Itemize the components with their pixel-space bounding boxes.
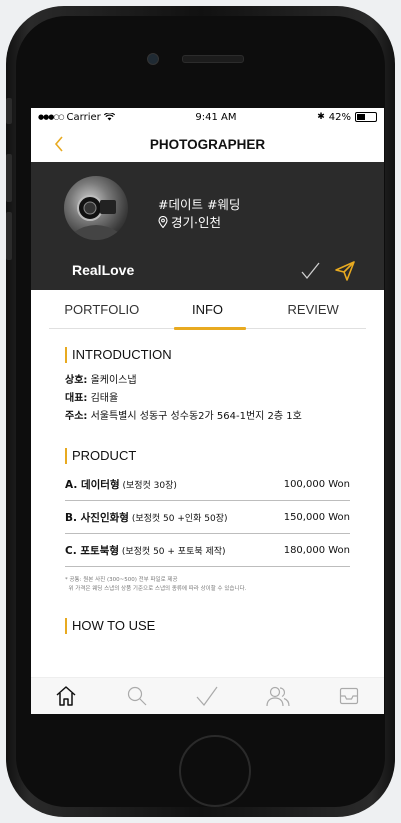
volume-down-button [6, 212, 12, 260]
business-name-line: 상호: 올케이스냅 [65, 372, 350, 390]
check-icon [301, 262, 320, 280]
bookmark-check-button[interactable] [299, 260, 321, 282]
tabbar-people[interactable] [264, 682, 292, 710]
location-text: 경기·인천 [171, 215, 221, 230]
back-button[interactable] [46, 131, 72, 157]
product-note-line: * 공통: 원본 사진 (300~500) 전부 파일로 제공 [65, 577, 178, 583]
address-value: 서울특별시 성동구 성수동2가 564-1번지 2층 1호 [87, 411, 302, 422]
product-price: 100,000 Won [283, 478, 350, 490]
inbox-icon [339, 687, 358, 705]
product-item[interactable]: C. 포토북형 (보정컷 50 + 포토북 제작) 180,000 Won [65, 534, 350, 567]
product-list: A. 데이터형 (보정컷 30장) 100,000 Won B. 사진인화형 (… [65, 468, 350, 567]
how-to-use-heading: HOW TO USE [65, 618, 350, 634]
tabbar-inbox[interactable] [335, 682, 363, 710]
address-line: 주소: 서울특별시 성동구 성수동2가 564-1번지 2층 1호 [65, 408, 350, 426]
tab-review[interactable]: REVIEW [260, 290, 366, 328]
chevron-left-icon [54, 136, 63, 152]
profile-tags: #데이트 #웨딩 [158, 197, 241, 212]
product-type: B. 사진인화형 [65, 511, 129, 524]
carrier-name: Carrier [66, 111, 101, 123]
product-price: 150,000 Won [283, 511, 350, 523]
bottom-tab-bar [31, 677, 384, 714]
address-label: 주소: [65, 411, 88, 422]
product-item[interactable]: A. 데이터형 (보정컷 30장) 100,000 Won [65, 468, 350, 501]
product-name: C. 포토북형 (보정컷 50 + 포토북 제작) [65, 543, 226, 558]
business-name-label: 상호: [65, 375, 88, 386]
product-detail: (보정컷 50 +인화 50장) [128, 513, 228, 524]
volume-up-button [6, 154, 12, 202]
camera-icon [74, 195, 118, 240]
avatar[interactable] [64, 176, 128, 240]
battery-percent: 42% [328, 111, 351, 123]
product-type: C. 포토북형 [65, 544, 119, 557]
product-item[interactable]: B. 사진인화형 (보정컷 50 +인화 50장) 150,000 Won [65, 501, 350, 534]
wifi-icon [103, 113, 115, 121]
tab-bar-top: PORTFOLIO INFO REVIEW [49, 290, 366, 330]
navigation-bar: PHOTOGRAPHER [31, 126, 384, 162]
page-title: PHOTOGRAPHER [149, 136, 266, 152]
home-button[interactable] [179, 735, 251, 807]
business-name-value: 올케이스냅 [87, 375, 137, 386]
earpiece-speaker [182, 55, 244, 63]
tabbar-search[interactable] [123, 682, 151, 710]
product-notes: * 공통: 원본 사진 (300~500) 전부 파일로 제공 위 가격은 웨딩… [65, 576, 350, 594]
location-pin-icon [158, 215, 168, 228]
status-bar: ●●●○○ Carrier 9:41 AM ✱ 42% [31, 108, 384, 126]
introduction-heading: INTRODUCTION [65, 347, 350, 363]
send-message-button[interactable] [333, 259, 357, 283]
tab-portfolio[interactable]: PORTFOLIO [49, 290, 155, 328]
tabbar-home[interactable] [52, 682, 80, 710]
paper-plane-icon [335, 261, 355, 281]
app-screen: ●●●○○ Carrier 9:41 AM ✱ 42% PHOTOGRAPHER [31, 108, 384, 714]
product-heading: PRODUCT [65, 448, 350, 464]
active-tab-indicator [174, 327, 246, 330]
product-price: 180,000 Won [283, 544, 350, 556]
representative-line: 대표: 김태율 [65, 390, 350, 408]
photographer-name: RealLove [72, 262, 135, 278]
representative-value: 김태율 [87, 393, 119, 404]
representative-label: 대표: [65, 393, 88, 404]
search-icon [127, 686, 147, 706]
product-name: A. 데이터형 (보정컷 30장) [65, 477, 177, 492]
home-icon [56, 686, 76, 706]
product-name: B. 사진인화형 (보정컷 50 +인화 50장) [65, 510, 228, 525]
check-icon [197, 686, 218, 706]
signal-strength: ●●●○○ [38, 113, 65, 121]
front-camera [147, 53, 159, 65]
product-type: A. 데이터형 [65, 478, 120, 491]
mute-switch [6, 98, 12, 124]
profile-location: 경기·인천 [158, 212, 221, 231]
profile-header: #데이트 #웨딩 경기·인천 RealLove [31, 162, 384, 290]
tabbar-check[interactable] [193, 682, 221, 710]
bluetooth-icon: ✱ [317, 112, 325, 122]
info-content: INTRODUCTION 상호: 올케이스냅 대표: 김태율 주소: 서울특별시… [31, 347, 384, 634]
people-icon [266, 686, 290, 707]
introduction-details: 상호: 올케이스냅 대표: 김태율 주소: 서울특별시 성동구 성수동2가 56… [65, 372, 350, 426]
product-detail: (보정컷 30장) [119, 480, 177, 491]
product-note-line: 위 가격은 웨딩 스냅의 상품 기준으로 스냅의 종류에 따라 상이할 수 있습… [65, 586, 247, 592]
product-detail: (보정컷 50 + 포토북 제작) [119, 546, 226, 557]
status-time: 9:41 AM [195, 111, 237, 123]
tab-info[interactable]: INFO [155, 290, 261, 328]
battery-icon [354, 112, 377, 122]
